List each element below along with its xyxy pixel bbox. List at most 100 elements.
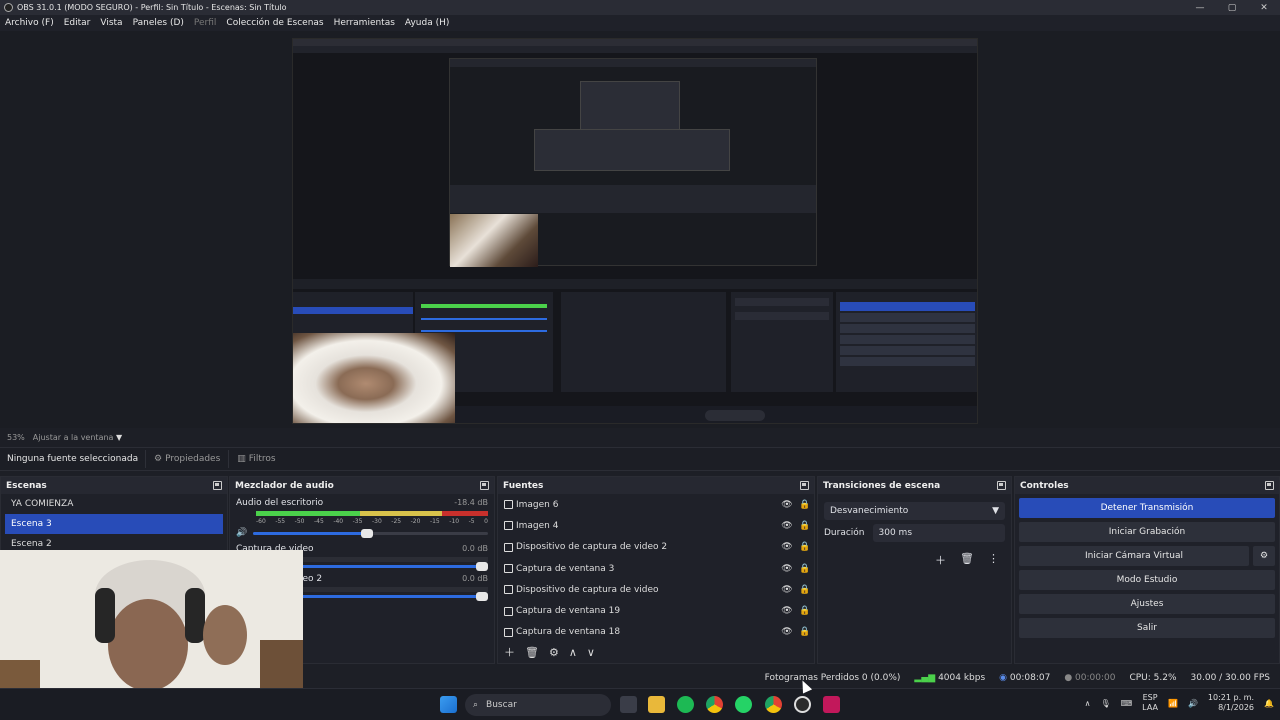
undock-icon[interactable] [800, 481, 809, 490]
eye-icon[interactable]: 👁 [778, 585, 796, 595]
chrome-icon-2[interactable] [765, 696, 782, 713]
lock-icon[interactable]: 🔒 [796, 585, 814, 595]
spotify-icon[interactable] [677, 696, 694, 713]
gear-icon[interactable]: ⚙ [1253, 546, 1275, 566]
undock-icon[interactable] [997, 481, 1006, 490]
window-title: OBS 31.0.1 (MODO SEGURO) - Perfil: Sin T… [17, 3, 287, 12]
settings-button[interactable]: Ajustes [1019, 594, 1275, 614]
undock-icon[interactable] [213, 481, 222, 490]
record-time: ● 00:00:00 [1064, 673, 1116, 683]
source-item[interactable]: Captura de ventana 19 👁 🔒 [498, 600, 814, 621]
obs-icon[interactable] [794, 696, 811, 713]
eye-icon[interactable]: 👁 [778, 521, 796, 531]
chevron-up-icon[interactable]: ∧ [1085, 699, 1091, 708]
obs-logo-icon [4, 3, 13, 12]
add-source-icon[interactable]: ＋ [504, 644, 515, 660]
language-indicator[interactable]: ESP LAA [1142, 693, 1158, 713]
channel-name: Audio del escritorio [236, 498, 324, 508]
scene-item-ya-comienza[interactable]: YA COMIENZA [5, 494, 223, 514]
duration-input[interactable]: 300 ms [872, 524, 1005, 542]
menu-archivo[interactable]: Archivo (F) [5, 18, 54, 28]
taskbar-search[interactable]: ⌕ Buscar [465, 694, 611, 716]
studio-mode-button[interactable]: Modo Estudio [1019, 570, 1275, 590]
windows-taskbar: ⌕ Buscar ∧ 🎙 ⌨ ESP LAA 📶 🔊 10:21 p. m. 8/1/… [0, 688, 1280, 720]
eye-icon[interactable]: 👁 [778, 564, 796, 574]
sources-dock: Fuentes Imagen 6 👁 🔒 Imagen 4 👁 🔒 Dispositiv… [497, 476, 815, 664]
search-icon: ⌕ [473, 700, 479, 710]
clock[interactable]: 10:21 p. m. 8/1/2026 [1208, 693, 1254, 713]
chrome-icon[interactable] [706, 696, 723, 713]
whatsapp-icon[interactable] [735, 696, 752, 713]
undock-icon[interactable] [1265, 481, 1274, 490]
eye-icon[interactable]: 👁 [778, 542, 796, 552]
eye-icon[interactable]: 👁 [778, 606, 796, 616]
eye-icon[interactable]: 👁 [778, 500, 796, 510]
preview-taskbar [455, 406, 977, 423]
menu-ayuda[interactable]: Ayuda (H) [405, 18, 449, 28]
start-virtual-camera-button[interactable]: Iniciar Cámara Virtual [1019, 546, 1249, 566]
source-item[interactable]: Captura de ventana 18 👁 🔒 [498, 622, 814, 643]
lock-icon[interactable]: 🔒 [796, 521, 814, 531]
source-item[interactable]: Imagen 6 👁 🔒 [498, 494, 814, 515]
microphone-icon[interactable]: 🎙 [1100, 699, 1110, 708]
program-preview[interactable] [292, 38, 978, 424]
transitions-title: Transiciones de escena [823, 480, 941, 491]
windows-start-icon[interactable] [440, 696, 457, 713]
close-button[interactable]: ✕ [1248, 0, 1280, 15]
volume-icon[interactable]: 🔊 [236, 528, 247, 538]
fps: 30.00 / 30.00 FPS [1190, 673, 1270, 683]
menu-paneles[interactable]: Paneles (D) [133, 18, 184, 28]
lock-icon[interactable]: 🔒 [796, 564, 814, 574]
exit-button[interactable]: Salir [1019, 618, 1275, 638]
transition-select[interactable]: Desvanecimiento ▼ [824, 502, 1005, 520]
eye-icon[interactable]: 👁 [778, 627, 796, 637]
stop-streaming-button[interactable]: Detener Transmisión [1019, 498, 1275, 518]
file-explorer-icon[interactable] [648, 696, 665, 713]
keyboard-icon[interactable]: ⌨ [1121, 699, 1133, 708]
window-icon [504, 606, 513, 616]
minimize-button[interactable]: — [1184, 0, 1216, 15]
add-transition-icon[interactable]: ＋ [935, 552, 946, 568]
app-icon[interactable] [823, 696, 840, 713]
move-up-icon[interactable]: ∧ [569, 646, 577, 659]
lock-icon[interactable]: 🔒 [796, 606, 814, 616]
more-options-icon[interactable]: ⋮ [988, 552, 999, 568]
maximize-button[interactable]: ▢ [1216, 0, 1248, 15]
trash-icon[interactable]: 🗑 [960, 552, 974, 568]
properties-button[interactable]: ⚙ Propiedades [145, 450, 228, 468]
preview-source-bar [293, 279, 977, 289]
source-item[interactable]: Captura de ventana 3 👁 🔒 [498, 558, 814, 579]
start-recording-button[interactable]: Iniciar Grabación [1019, 522, 1275, 542]
menu-herramientas[interactable]: Herramientas [334, 18, 395, 28]
volume-meter [256, 511, 488, 516]
menu-perfil[interactable]: Perfil [194, 18, 217, 28]
filter-icon: ▥ [237, 454, 246, 464]
lock-icon[interactable]: 🔒 [796, 500, 814, 510]
menu-coleccion-escenas[interactable]: Colección de Escenas [226, 18, 323, 28]
task-view-icon[interactable] [620, 696, 637, 713]
source-item[interactable]: Dispositivo de captura de video 👁 🔒 [498, 579, 814, 600]
chevron-down-icon: ▼ [992, 506, 999, 516]
menu-editar[interactable]: Editar [64, 18, 91, 28]
transitions-dock: Transiciones de escena Desvanecimiento ▼ … [817, 476, 1012, 664]
lock-icon[interactable]: 🔒 [796, 627, 814, 637]
lock-icon[interactable]: 🔒 [796, 542, 814, 552]
notification-icon[interactable]: 🔔 [1264, 699, 1274, 708]
volume-icon[interactable]: 🔊 [1188, 699, 1198, 708]
move-down-icon[interactable]: ∨ [587, 646, 595, 659]
undock-icon[interactable] [480, 481, 489, 490]
fit-window-dropdown[interactable]: Ajustar a la ventana ▼ [33, 433, 122, 442]
network-icon[interactable]: 📶 [1168, 699, 1178, 708]
channel-db: 0.0 dB [462, 574, 488, 583]
menu-vista[interactable]: Vista [100, 18, 122, 28]
source-toolbar: Ninguna fuente seleccionada ⚙ Propiedades… [0, 447, 1280, 471]
source-item[interactable]: Imagen 4 👁 🔒 [498, 515, 814, 536]
volume-slider[interactable] [253, 528, 488, 538]
source-item[interactable]: Dispositivo de captura de video 2 👁 🔒 [498, 537, 814, 558]
gear-icon[interactable]: ⚙ [549, 646, 559, 659]
trash-icon[interactable]: 🗑 [525, 646, 539, 659]
scene-item-escena-3[interactable]: Escena 3 [5, 514, 223, 534]
window-icon [504, 627, 513, 637]
filters-button[interactable]: ▥ Filtros [228, 450, 283, 468]
stream-time: ◉ 00:08:07 [999, 673, 1051, 683]
